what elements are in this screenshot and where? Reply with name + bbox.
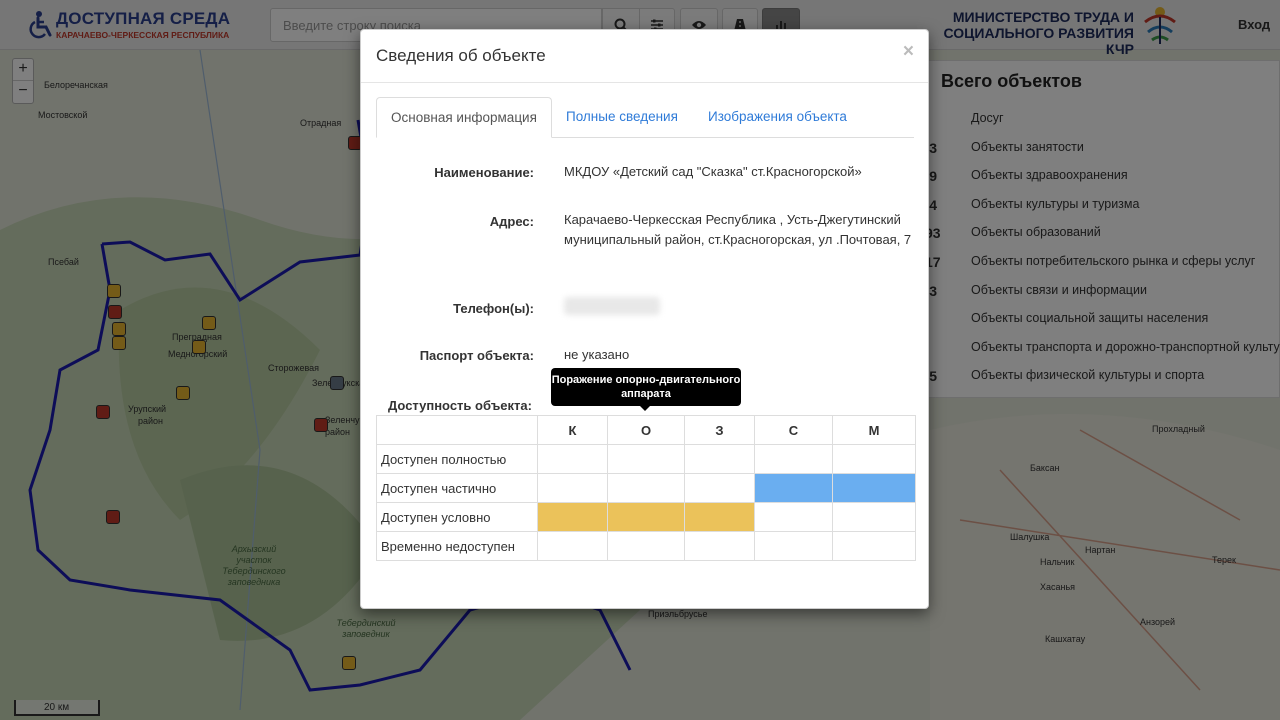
column-header-m[interactable]: М (832, 415, 916, 445)
close-icon[interactable]: × (903, 42, 914, 62)
tab-main-info[interactable]: Основная информация (376, 97, 552, 138)
accessibility-cell (832, 531, 916, 561)
modal-header: Сведения об объекте × (361, 30, 928, 83)
accessibility-cell (832, 444, 916, 474)
passport-label: Паспорт объекта: (419, 348, 534, 363)
tab-full-details[interactable]: Полные сведения (552, 97, 692, 138)
accessibility-cell (684, 531, 755, 561)
table-row: Доступен полностью (376, 444, 916, 474)
column-header-o[interactable]: О (607, 415, 685, 445)
accessibility-table-body: Доступен полностью Доступен частично Досту… (376, 444, 916, 561)
accessibility-cell (832, 502, 916, 532)
address-value: Карачаево-Черкесская Республика , Усть-Д… (564, 212, 912, 247)
column-header-k[interactable]: К (537, 415, 608, 445)
table-header-empty (376, 415, 538, 445)
accessibility-cell (607, 502, 685, 532)
row-label: Доступен полностью (376, 444, 538, 474)
column-tooltip: Поражение опорно-двигательного аппарата (551, 368, 741, 411)
accessibility-cell (684, 444, 755, 474)
accessibility-cell (537, 473, 608, 503)
name-value: МКДОУ «Детский сад "Сказка" ст.Красногор… (564, 164, 862, 179)
table-row: Временно недоступен (376, 531, 916, 561)
name-label: Наименование: (434, 165, 534, 180)
table-header-row: К О З С М (376, 415, 916, 445)
row-label: Временно недоступен (376, 531, 538, 561)
phone-value-redacted (564, 297, 660, 315)
passport-value: не указано (564, 347, 630, 362)
column-header-s[interactable]: С (754, 415, 833, 445)
accessibility-cell (754, 473, 833, 503)
accessibility-cell (754, 502, 833, 532)
accessibility-cell (537, 531, 608, 561)
accessibility-cell (537, 444, 608, 474)
column-header-z[interactable]: З (684, 415, 755, 445)
table-row: Доступен частично (376, 473, 916, 503)
object-details-modal: Сведения об объекте × Основная информаци… (360, 29, 929, 609)
table-row: Доступен условно (376, 502, 916, 532)
accessibility-cell (607, 531, 685, 561)
accessibility-table: К О З С М Доступен полностью Доступен час… (376, 415, 916, 561)
accessibility-cell (607, 444, 685, 474)
row-label: Доступен частично (376, 473, 538, 503)
accessibility-cell (537, 502, 608, 532)
accessibility-cell (754, 531, 833, 561)
tab-bar: Основная информация Полные сведения Изоб… (376, 97, 914, 138)
accessibility-cell (607, 473, 685, 503)
accessibility-cell (832, 473, 916, 503)
accessibility-cell (684, 473, 755, 503)
row-label: Доступен условно (376, 502, 538, 532)
phone-label: Телефон(ы): (453, 301, 534, 316)
accessibility-label: Доступность объекта: (388, 398, 532, 413)
tab-object-images[interactable]: Изображения объекта (694, 97, 861, 138)
address-label: Адрес: (489, 214, 534, 229)
modal-title: Сведения об объекте (376, 46, 546, 65)
accessibility-cell (754, 444, 833, 474)
accessibility-cell (684, 502, 755, 532)
